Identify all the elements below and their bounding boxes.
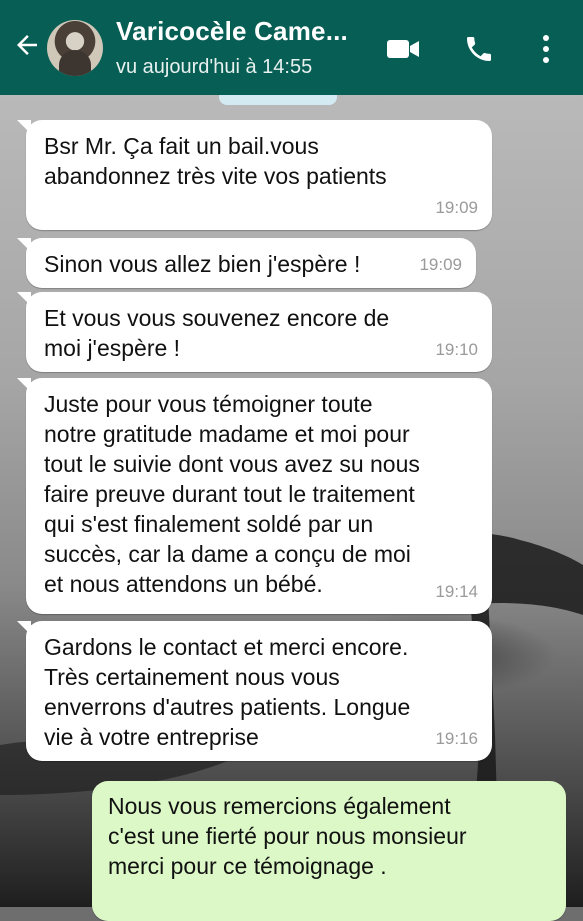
date-chip bbox=[219, 95, 337, 105]
message-bubble-incoming[interactable]: Gardons le contact et merci encore. Très… bbox=[17, 621, 492, 761]
message-bubble-incoming[interactable]: Bsr Mr. Ça fait un bail.vous abandonnez … bbox=[17, 120, 492, 230]
contact-avatar[interactable] bbox=[47, 20, 103, 76]
back-arrow-icon[interactable] bbox=[12, 30, 42, 60]
contact-name[interactable]: Varicocèle Came... bbox=[116, 16, 348, 47]
more-vert-icon[interactable] bbox=[537, 33, 555, 65]
message-time: 19:16 bbox=[435, 729, 478, 748]
message-time: 19:14 bbox=[435, 582, 478, 601]
message-time: 19:09 bbox=[419, 255, 462, 274]
last-seen-status: vu aujourd'hui à 14:55 bbox=[116, 56, 313, 78]
chat-header: Varicocèle Came... vu aujourd'hui à 14:5… bbox=[0, 0, 583, 95]
phone-call-icon[interactable] bbox=[463, 33, 495, 65]
message-time: 19:09 bbox=[435, 198, 478, 217]
message-bubble-incoming[interactable]: Juste pour vous témoigner toute notre gr… bbox=[17, 378, 492, 614]
message-text: Juste pour vous témoigner toute notre gr… bbox=[44, 391, 420, 597]
message-bubble-incoming[interactable]: Sinon vous allez bien j'espère ! 19:09 bbox=[17, 238, 476, 288]
message-text: Nous vous remercions également c'est une… bbox=[108, 793, 467, 879]
message-bubble-incoming[interactable]: Et vous vous souvenez encore de moi j'es… bbox=[17, 292, 492, 372]
message-bubble-outgoing[interactable]: Nous vous remercions également c'est une… bbox=[92, 781, 566, 921]
message-text: Gardons le contact et merci encore. Très… bbox=[44, 634, 411, 750]
message-text: Bsr Mr. Ça fait un bail.vous abandonnez … bbox=[44, 133, 387, 189]
message-text: Sinon vous allez bien j'espère ! bbox=[44, 251, 361, 277]
message-text: Et vous vous souvenez encore de moi j'es… bbox=[44, 305, 390, 361]
message-time: 19:10 bbox=[435, 340, 478, 359]
video-call-icon[interactable] bbox=[385, 34, 421, 64]
